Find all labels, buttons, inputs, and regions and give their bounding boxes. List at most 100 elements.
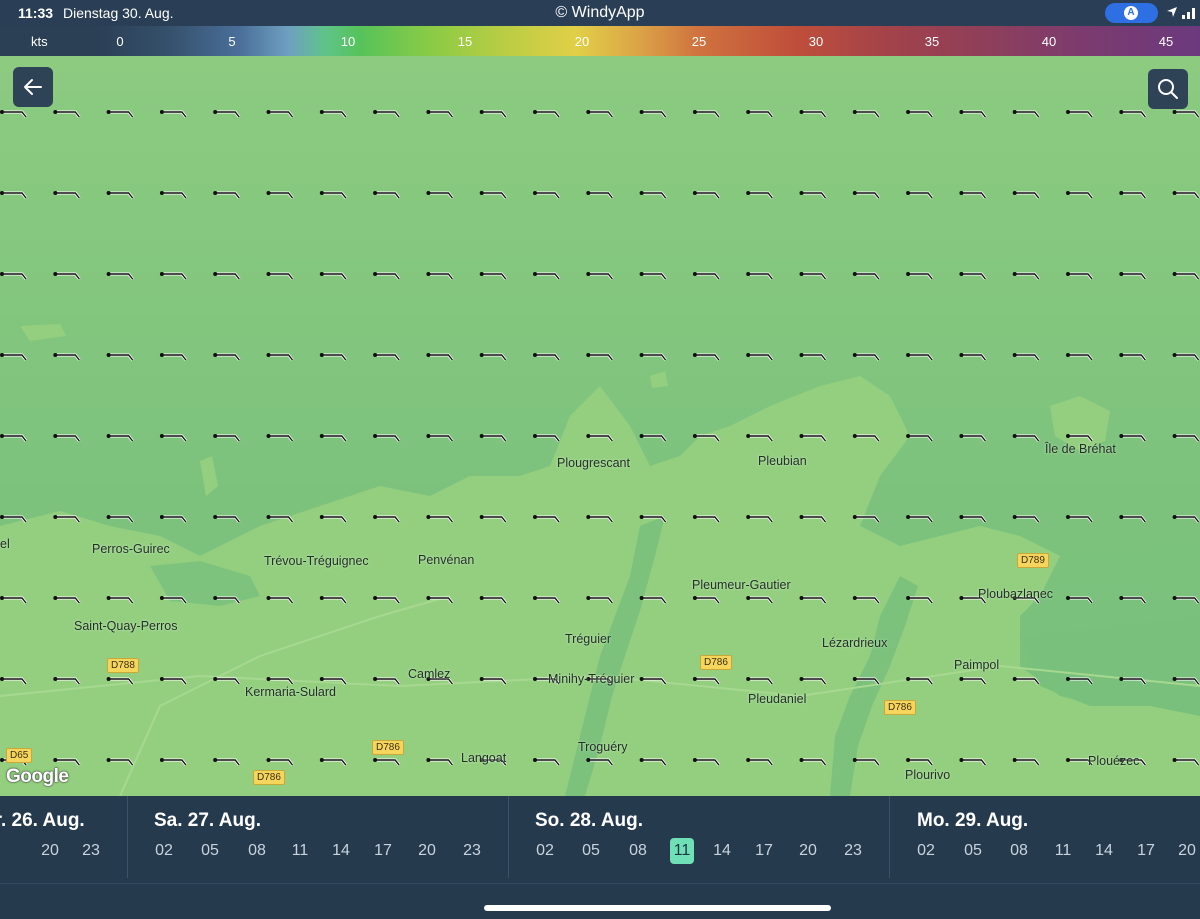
wind-barb-icon bbox=[319, 434, 347, 442]
wind-barb-icon bbox=[906, 677, 934, 685]
wind-barb-icon bbox=[159, 272, 188, 280]
wind-barb-icon bbox=[852, 272, 880, 280]
wind-barb-icon bbox=[0, 272, 28, 280]
place-label: Tréguier bbox=[565, 632, 612, 646]
wind-barb-icon bbox=[1012, 353, 1040, 361]
navigation-icon: A bbox=[1124, 6, 1138, 20]
wind-barb-icon bbox=[319, 353, 347, 361]
wind-barb-icon bbox=[852, 596, 880, 604]
wind-barb-icon bbox=[906, 758, 934, 766]
wind-barb-icon bbox=[533, 434, 561, 442]
wind-barb-icon bbox=[1066, 596, 1094, 604]
hour-slot[interactable]: 05 bbox=[958, 842, 988, 860]
scale-unit: kts bbox=[31, 34, 48, 49]
wind-barb-icon bbox=[639, 596, 667, 604]
hour-slot[interactable]: 20 bbox=[35, 842, 65, 860]
wind-barb-icon bbox=[1066, 272, 1094, 280]
hour-slot[interactable]: 23 bbox=[838, 842, 868, 860]
home-indicator[interactable] bbox=[484, 905, 831, 911]
forecast-timeline[interactable]: Fr. 26. Aug. 20 23 Sa. 27. Aug. 02 05 08… bbox=[0, 796, 1200, 919]
hour-slot[interactable]: 05 bbox=[195, 842, 225, 860]
wind-barb-icon bbox=[106, 191, 134, 199]
hour-slot[interactable]: 11 bbox=[1048, 842, 1078, 860]
wind-barb-icon bbox=[213, 191, 241, 199]
hour-slot[interactable]: 20 bbox=[1172, 842, 1200, 860]
timeline-day[interactable]: Sa. 27. Aug. 02 05 08 11 14 17 20 23 bbox=[127, 796, 508, 878]
hour-slot[interactable]: 23 bbox=[457, 842, 487, 860]
search-button[interactable] bbox=[1148, 69, 1188, 109]
hour-slot[interactable]: 17 bbox=[1131, 842, 1161, 860]
wind-barb-icon bbox=[159, 110, 188, 118]
wind-barb-icon bbox=[106, 272, 134, 280]
wind-barb-icon bbox=[959, 434, 987, 442]
timeline-day[interactable]: Mo. 29. Aug. 02 05 08 11 14 17 20 bbox=[889, 796, 1200, 878]
hour-slot[interactable]: 20 bbox=[793, 842, 823, 860]
place-label: Pleubian bbox=[758, 454, 807, 468]
wind-barb-icon bbox=[852, 758, 880, 766]
hour-slot[interactable]: 08 bbox=[623, 842, 653, 860]
wind-barb-icon bbox=[746, 677, 774, 685]
wind-barb-icon bbox=[213, 758, 241, 766]
timeline-day[interactable]: So. 28. Aug. 02 05 08 11 14 17 20 23 bbox=[508, 796, 889, 878]
place-label: el bbox=[0, 537, 10, 551]
wind-barb-icon bbox=[373, 353, 401, 361]
wind-barb-icon bbox=[319, 596, 347, 604]
wind-barb-icon bbox=[746, 434, 774, 442]
wind-barb-icon bbox=[0, 191, 28, 199]
place-label: Trévou-Tréguignec bbox=[264, 554, 369, 568]
wind-barb-icon bbox=[639, 272, 667, 280]
hour-slot[interactable]: 20 bbox=[412, 842, 442, 860]
wind-barb-icon bbox=[852, 191, 880, 199]
wind-barb-icon bbox=[799, 515, 827, 523]
wind-map[interactable]: Plougrescant Pleubian Île de Bréhat Perr… bbox=[0, 56, 1200, 796]
hour-slot[interactable]: 14 bbox=[1089, 842, 1119, 860]
wind-barb-icon bbox=[426, 758, 454, 766]
place-label: Plourivo bbox=[905, 768, 951, 782]
hour-slot-selected[interactable]: 11 bbox=[670, 838, 694, 864]
wind-barb-icon bbox=[159, 677, 188, 685]
wind-barb-icon bbox=[213, 677, 241, 685]
wind-barb-icon bbox=[373, 191, 401, 199]
day-label: Mo. 29. Aug. bbox=[917, 810, 1029, 831]
wind-barb-icon bbox=[799, 110, 827, 118]
wind-barb-icon bbox=[159, 353, 188, 361]
timeline-day[interactable]: Fr. 26. Aug. 20 23 bbox=[0, 796, 127, 878]
wind-barb-icon bbox=[959, 758, 987, 766]
back-button[interactable] bbox=[13, 67, 53, 107]
hour-slot[interactable]: 23 bbox=[76, 842, 106, 860]
hour-slot[interactable]: 14 bbox=[707, 842, 737, 860]
wind-barb-icon bbox=[266, 758, 294, 766]
road-badge: D786 bbox=[253, 770, 285, 785]
hour-slot[interactable]: 02 bbox=[149, 842, 179, 860]
wind-barb-icon bbox=[533, 758, 561, 766]
wind-barb-icon bbox=[53, 272, 81, 280]
hour-slot[interactable]: 02 bbox=[911, 842, 941, 860]
wind-barb-icon bbox=[852, 110, 880, 118]
wind-barb-icon bbox=[106, 758, 134, 766]
navigation-indicator[interactable]: A bbox=[1105, 3, 1158, 23]
wind-barb-icon bbox=[426, 191, 454, 199]
wind-barb-icon bbox=[426, 515, 454, 523]
hour-slot[interactable]: 08 bbox=[1004, 842, 1034, 860]
wind-barb-icon bbox=[319, 191, 347, 199]
road-badge: D789 bbox=[1017, 553, 1049, 568]
wind-barb-icon bbox=[692, 191, 721, 199]
place-label: Lézardrieux bbox=[822, 636, 888, 650]
hour-slot[interactable]: 05 bbox=[576, 842, 606, 860]
wind-barb-icon bbox=[959, 110, 987, 118]
wind-barb-icon bbox=[266, 353, 294, 361]
hour-slot[interactable]: 02 bbox=[530, 842, 560, 860]
wind-barb-icon bbox=[1119, 515, 1147, 523]
wind-barb-icon bbox=[533, 191, 561, 199]
scale-tick: 30 bbox=[808, 34, 824, 49]
wind-barb-icon bbox=[639, 191, 667, 199]
hour-slot[interactable]: 17 bbox=[749, 842, 779, 860]
hour-slot[interactable]: 14 bbox=[326, 842, 356, 860]
wind-barb-icon bbox=[0, 596, 28, 604]
wind-barb-icon bbox=[213, 515, 241, 523]
hour-slot[interactable]: 11 bbox=[285, 842, 315, 860]
wind-barb-icon bbox=[586, 191, 614, 199]
wind-barb-icon bbox=[746, 758, 774, 766]
hour-slot[interactable]: 08 bbox=[242, 842, 272, 860]
hour-slot[interactable]: 17 bbox=[368, 842, 398, 860]
